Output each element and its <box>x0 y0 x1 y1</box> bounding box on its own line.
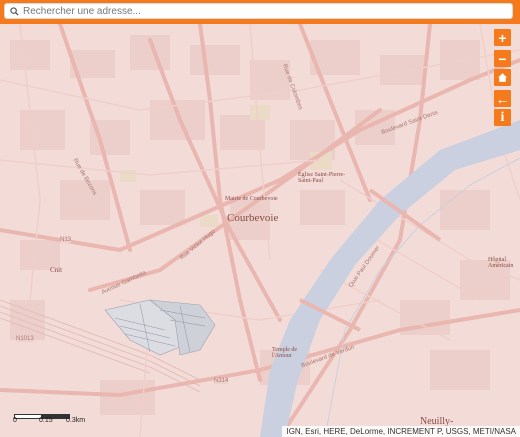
label-mairie: Mairie de Courbevoie <box>225 196 278 202</box>
map-basemap <box>0 24 520 437</box>
road-n1013: N1013 <box>16 336 34 342</box>
attribution: IGN, Esri, HERE, DeLorme, INCREMENT P, U… <box>282 426 520 437</box>
zoom-out-button[interactable]: − <box>494 50 511 67</box>
zoom-in-button[interactable]: + <box>494 29 511 46</box>
info-button[interactable]: i <box>494 109 511 126</box>
label-eglise: Église Saint-Pierre-Saint-Paul <box>298 172 346 184</box>
back-arrow-icon: ← <box>495 90 510 107</box>
scale-label-03: 0.3km <box>66 417 86 424</box>
road-n13: N13 <box>60 237 72 243</box>
minus-icon: − <box>498 50 507 67</box>
label-temple: Temple de l'Amour <box>272 347 298 359</box>
label-cnit: Cnit <box>50 266 63 274</box>
info-icon: i <box>500 109 505 125</box>
label-hopital: Hôpital Américain <box>488 257 514 269</box>
search-box[interactable] <box>4 3 513 19</box>
plus-icon: + <box>498 29 507 46</box>
map-canvas[interactable]: Courbevoie Mairie de Courbevoie Église S… <box>0 24 520 437</box>
search-icon <box>10 6 19 16</box>
back-button[interactable]: ← <box>494 90 511 107</box>
scale-label-015: 0.15 <box>39 417 53 424</box>
label-courbevoie: Courbevoie <box>227 212 279 224</box>
home-icon <box>498 73 507 82</box>
search-bar <box>0 0 520 24</box>
road-n314: N314 <box>214 378 229 384</box>
scale-label-0: 0 <box>13 417 17 424</box>
home-button[interactable] <box>494 69 511 86</box>
scale-bar: 0 0.15 0.3km <box>13 410 104 432</box>
search-input[interactable] <box>19 5 497 17</box>
